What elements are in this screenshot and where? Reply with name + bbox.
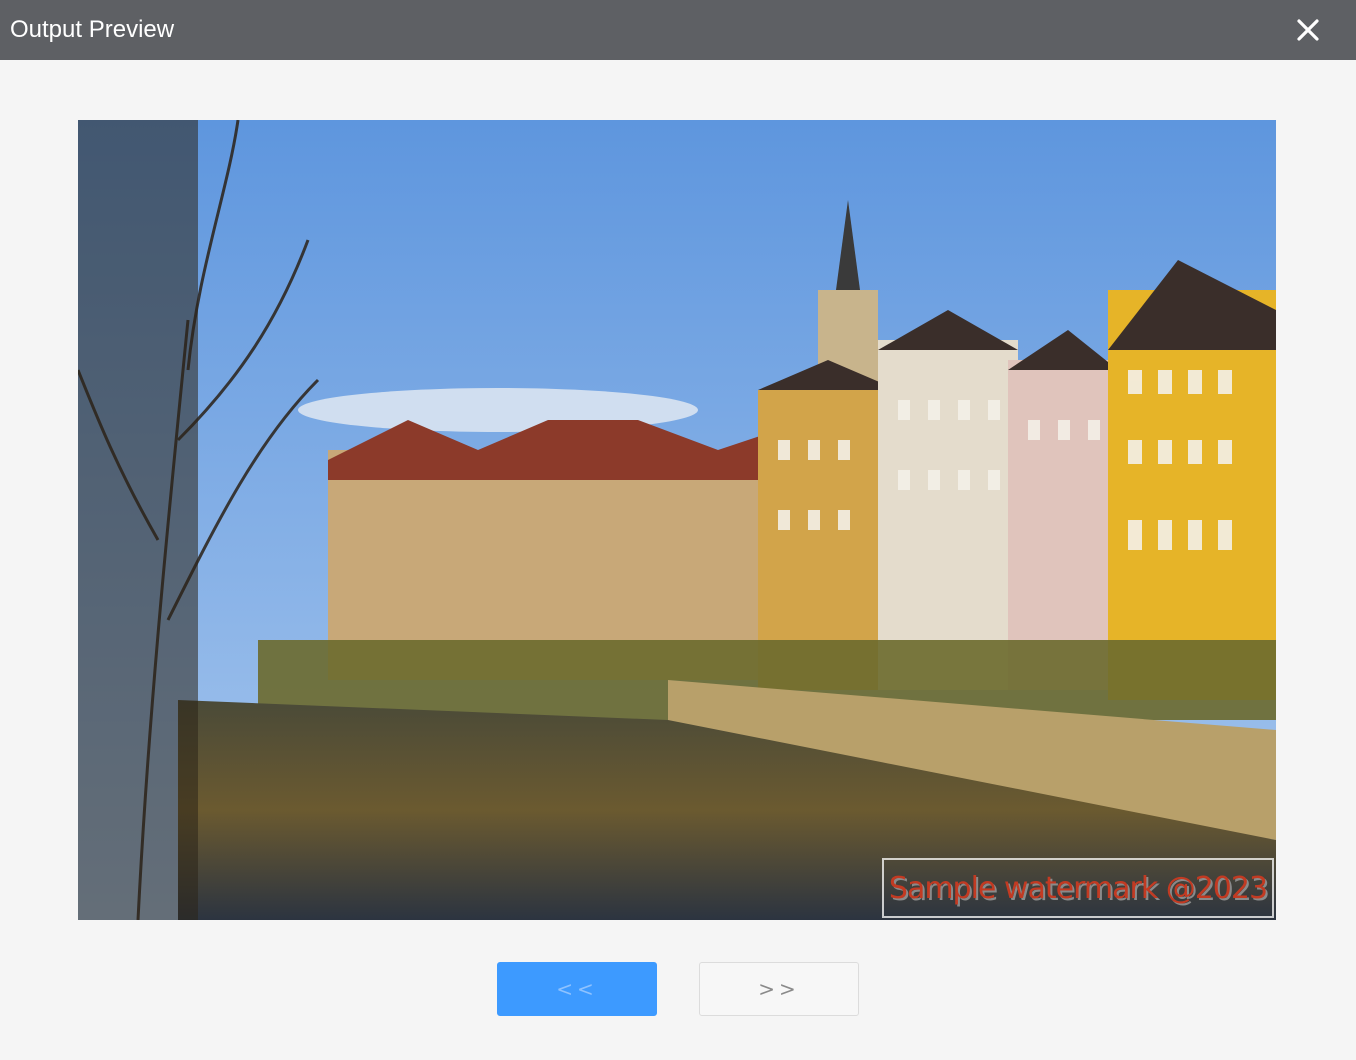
window-title: Output Preview (10, 16, 175, 43)
output-preview-window: Output Preview Sample watermark @2023 <<… (0, 0, 1356, 1060)
close-button[interactable] (1290, 12, 1326, 48)
watermark-text: Sample watermark @2023 (888, 870, 1268, 906)
next-button[interactable]: >> (699, 962, 859, 1016)
title-bar: Output Preview (0, 0, 1356, 60)
landscape-photo (78, 120, 1276, 920)
previous-button[interactable]: << (497, 962, 657, 1016)
preview-image: Sample watermark @2023 (78, 120, 1276, 920)
close-icon (1297, 19, 1319, 41)
watermark-box: Sample watermark @2023 (882, 858, 1274, 918)
